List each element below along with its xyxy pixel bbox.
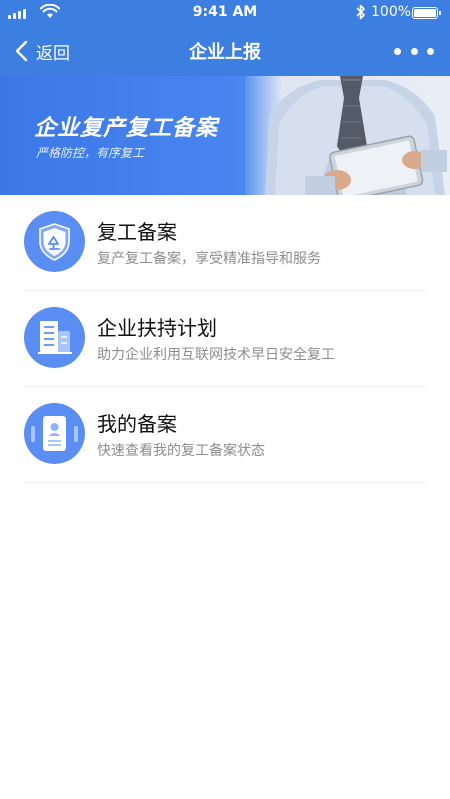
back-label: 返回 [36, 43, 70, 64]
building-icon [38, 321, 72, 354]
banner-subtitle: 严格防控，有序复工 [36, 146, 145, 160]
item-icon-circle [24, 211, 85, 272]
businessman-tablet-illustration [245, 76, 450, 195]
list-item-my-filings[interactable]: 我的备案 快速查看我的复工备案状态 [24, 387, 426, 483]
banner[interactable]: 企业复产复工备案 严格防控，有序复工 [0, 76, 450, 195]
status-bar: 9:41 AM 100% [0, 0, 450, 26]
item-icon-circle [24, 307, 85, 368]
header: 9:41 AM 100% 返回 企业上报 [0, 0, 450, 76]
item-title: 我的备案 [97, 412, 177, 436]
document-icon [31, 416, 78, 451]
battery-icon [412, 7, 441, 19]
battery-percent: 100% [371, 4, 412, 20]
item-title: 复工备案 [97, 220, 177, 244]
shield-icon [39, 223, 70, 261]
item-description: 快速查看我的复工备案状态 [97, 443, 265, 459]
list-item-work-resumption-filing[interactable]: 复工备案 复产复工备案，享受精准指导和服务 [24, 195, 426, 291]
back-button[interactable]: 返回 [14, 37, 70, 65]
chevron-left-icon [15, 40, 28, 62]
item-description: 复产复工备案，享受精准指导和服务 [97, 251, 321, 267]
item-description: 助力企业利用互联网技术早日安全复工 [97, 347, 335, 363]
more-button[interactable] [394, 40, 434, 62]
more-icon [394, 47, 401, 55]
navigation-bar: 返回 企业上报 [0, 26, 450, 76]
bluetooth-icon [356, 4, 365, 20]
item-icon-circle [24, 403, 85, 464]
list-item-enterprise-support-plan[interactable]: 企业扶持计划 助力企业利用互联网技术早日安全复工 [24, 291, 426, 387]
banner-title: 企业复产复工备案 [34, 116, 219, 141]
service-list: 复工备案 复产复工备案，享受精准指导和服务 企业扶持计划 助力企业利用互联网技术… [0, 195, 450, 483]
item-title: 企业扶持计划 [97, 316, 217, 340]
